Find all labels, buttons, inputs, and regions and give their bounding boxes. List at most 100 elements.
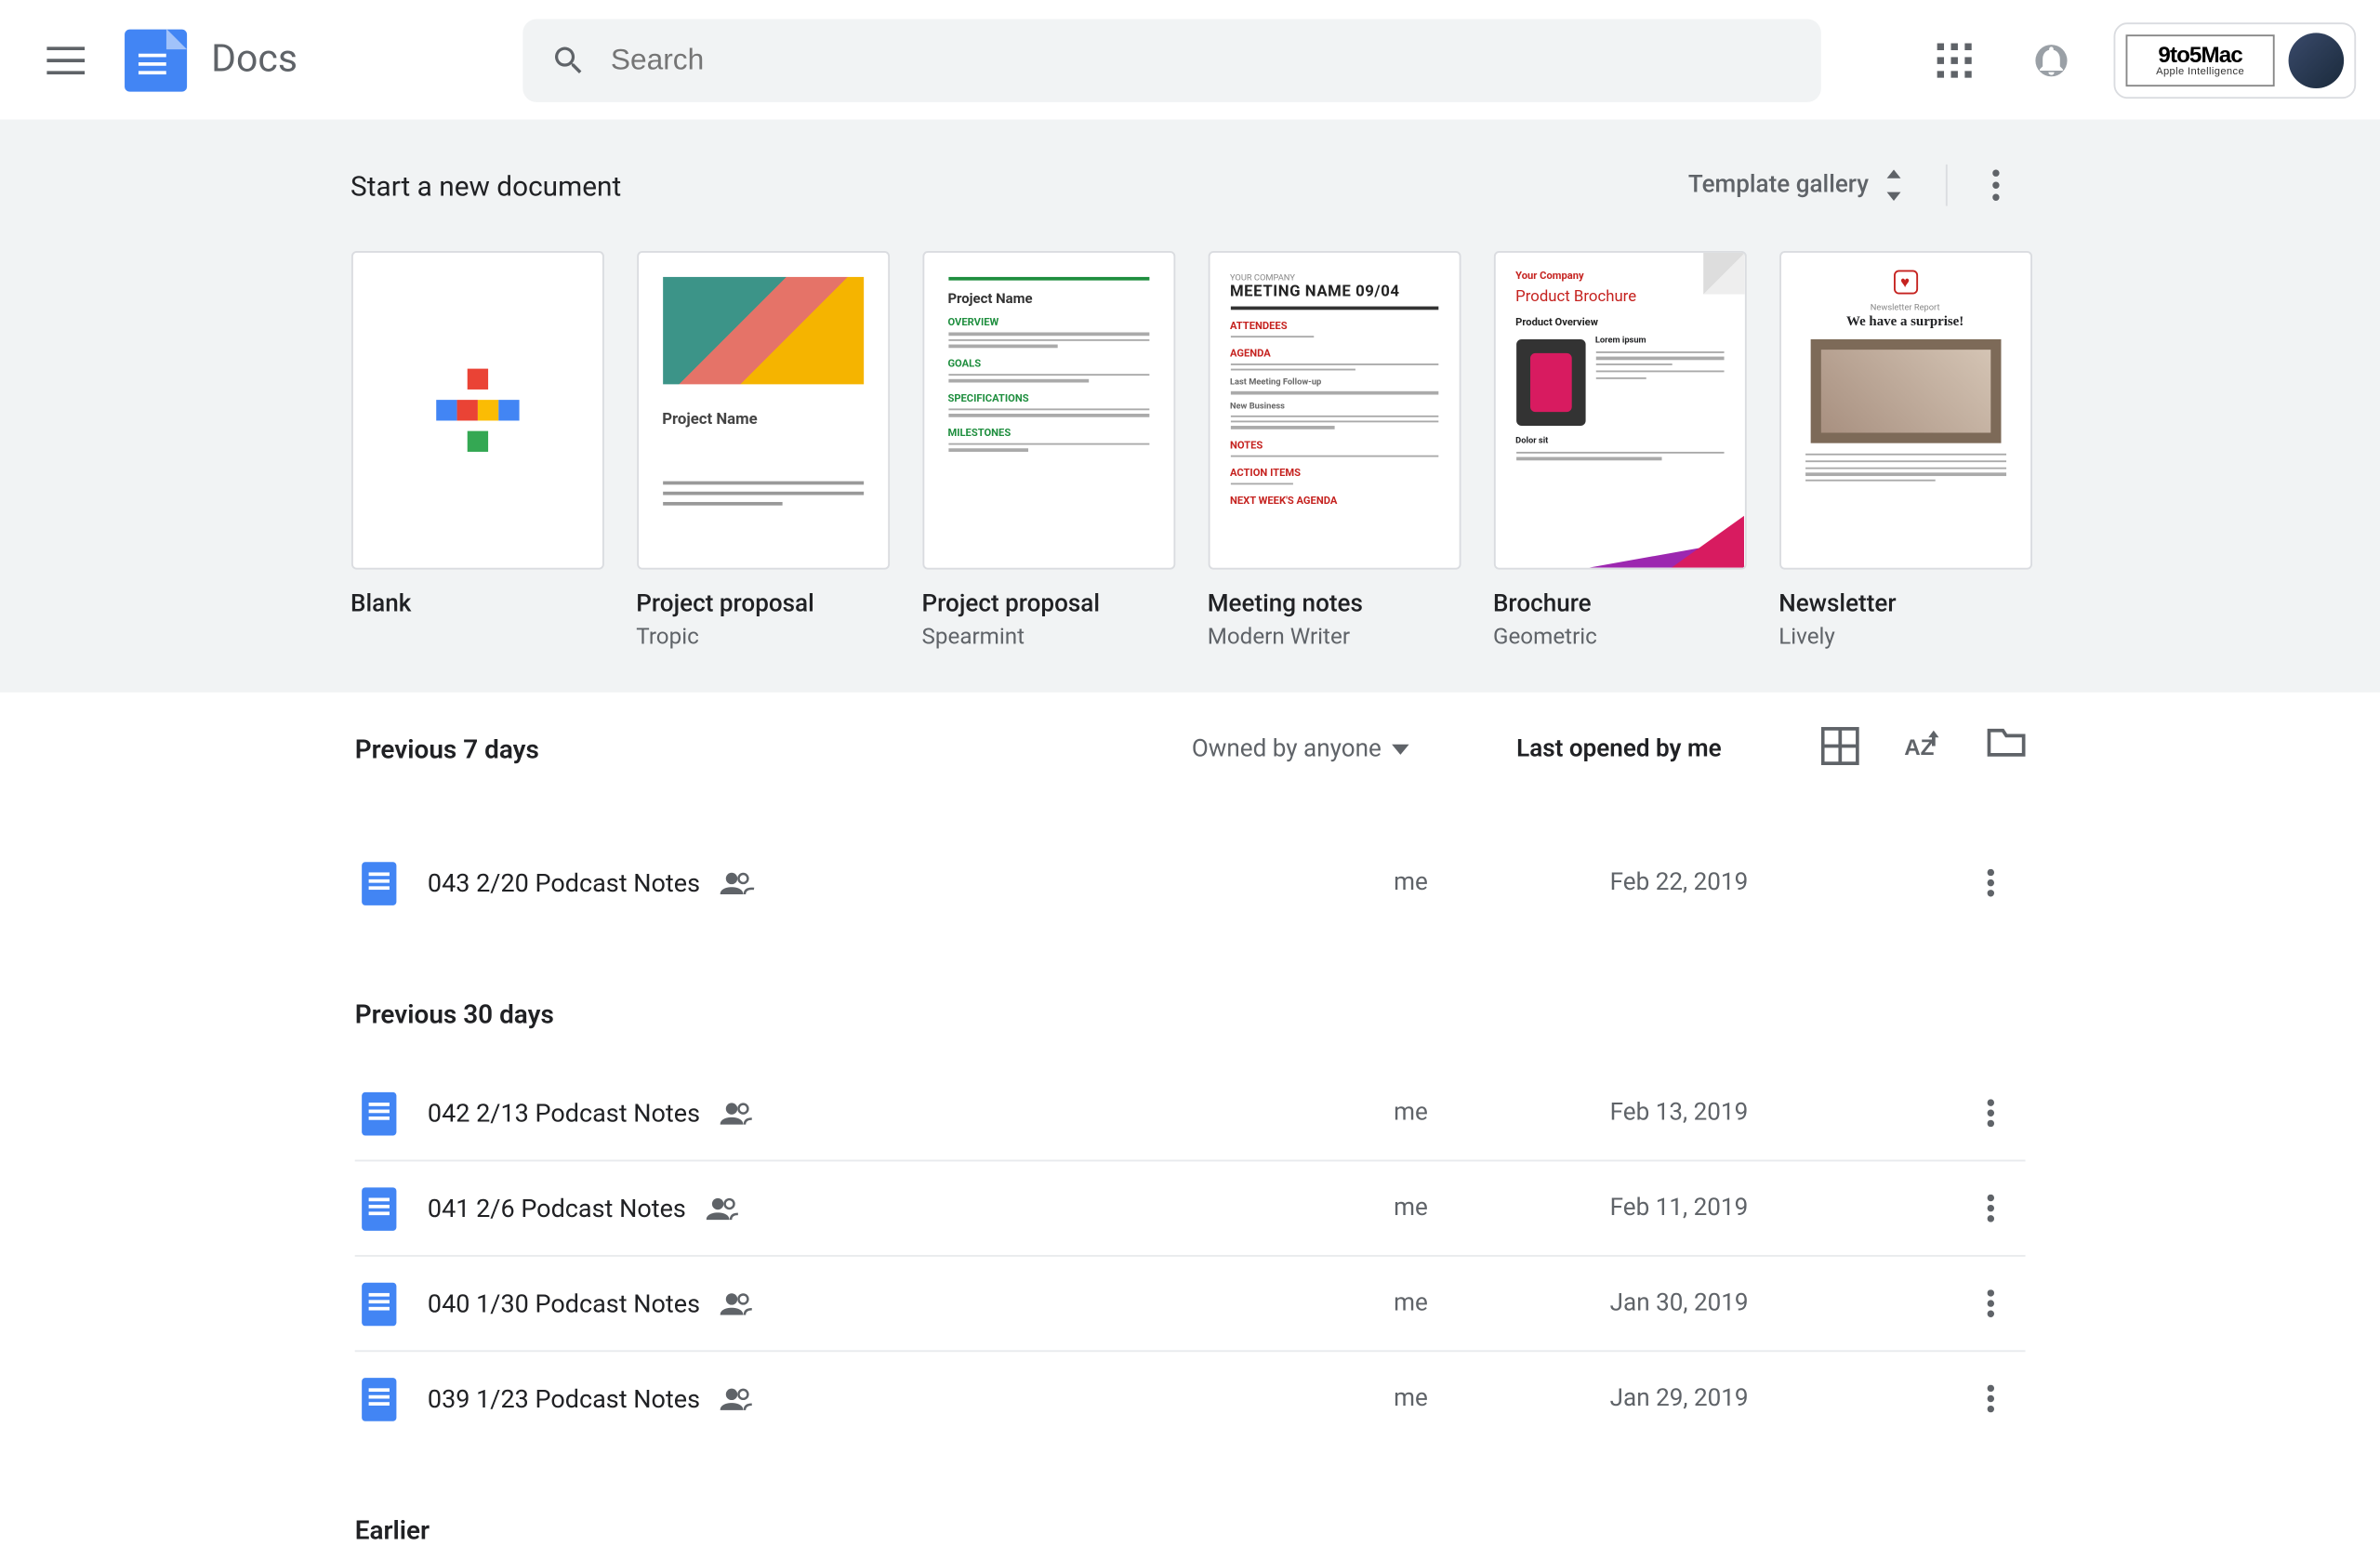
- template-title: Brochure: [1493, 590, 1746, 618]
- search-icon: [550, 41, 587, 79]
- template-row: Blank Project Name Project proposal Trop…: [350, 251, 2030, 651]
- main-menu-button[interactable]: [24, 19, 107, 101]
- doc-date: Feb 22, 2019: [1610, 869, 1956, 897]
- notifications-button[interactable]: [2016, 25, 2085, 94]
- template-thumb: Your Company Product Brochure Product Ov…: [1493, 251, 1746, 570]
- template-subtitle: Tropic: [636, 625, 889, 651]
- more-vert-icon: [1988, 869, 1994, 897]
- more-vert-icon: [1988, 1195, 1994, 1222]
- template-brochure[interactable]: Your Company Product Brochure Product Ov…: [1493, 251, 1746, 651]
- thumb-text: We have a surprise!: [1805, 313, 2005, 329]
- template-subtitle: Spearmint: [922, 625, 1175, 651]
- doc-owner: me: [1368, 1099, 1454, 1127]
- doc-name: 041 2/6 Podcast Notes: [428, 1194, 686, 1223]
- template-thumb: Project Name: [636, 251, 889, 570]
- template-title: Blank: [350, 590, 603, 618]
- apps-grid-icon: [1937, 43, 1972, 77]
- more-vert-icon: [1988, 1289, 1994, 1317]
- document-list: Previous 7 days Owned by anyone Last ope…: [355, 693, 2026, 1546]
- document-row[interactable]: 043 2/20 Podcast Notes me Feb 22, 2019: [355, 834, 2026, 929]
- brand-logo-text: 9to5Mac: [2158, 42, 2241, 68]
- dropdown-icon: [1392, 745, 1409, 755]
- shared-icon: [707, 1196, 741, 1221]
- doc-owner: me: [1368, 869, 1454, 897]
- shared-icon: [721, 1101, 755, 1125]
- doc-date: Feb 11, 2019: [1610, 1195, 1956, 1222]
- doc-more-button[interactable]: [1956, 1385, 2025, 1413]
- doc-more-button[interactable]: [1956, 1099, 2025, 1127]
- template-strip: Start a new document Template gallery Bl: [0, 119, 2380, 692]
- doc-name: 039 1/23 Podcast Notes: [428, 1384, 700, 1414]
- shared-icon: [721, 871, 755, 895]
- document-row[interactable]: 039 1/23 Podcast Notes me Jan 29, 2019: [355, 1350, 2026, 1445]
- doc-name: 040 1/30 Podcast Notes: [428, 1288, 700, 1318]
- owned-by-label: Owned by anyone: [1192, 735, 1382, 763]
- sort-label[interactable]: Last opened by me: [1516, 735, 1759, 763]
- avatar[interactable]: [2289, 32, 2345, 87]
- document-row[interactable]: 042 2/13 Podcast Notes me Feb 13, 2019: [355, 1064, 2026, 1159]
- doc-icon: [362, 1377, 396, 1420]
- template-title: Project proposal: [636, 590, 889, 618]
- account-switcher[interactable]: 9to5Mac Apple Intelligence: [2114, 21, 2357, 98]
- doc-date: Jan 29, 2019: [1610, 1385, 1956, 1413]
- open-picker-button[interactable]: [1988, 727, 2026, 772]
- template-strip-heading: Start a new document: [350, 169, 621, 202]
- view-controls: AZ: [1821, 727, 2026, 772]
- template-tropic[interactable]: Project Name Project proposal Tropic: [636, 251, 889, 651]
- doc-owner: me: [1368, 1195, 1454, 1222]
- search-input[interactable]: [611, 43, 1793, 77]
- apps-grid-button[interactable]: [1920, 25, 1989, 94]
- template-strip-header: Start a new document Template gallery: [350, 151, 2030, 219]
- doc-more-button[interactable]: [1956, 1289, 2025, 1317]
- doc-date: Jan 30, 2019: [1610, 1289, 1956, 1317]
- sort-az-icon: AZ: [1904, 727, 1942, 765]
- template-newsletter[interactable]: ♥ Newsletter Report We have a surprise! …: [1778, 251, 2031, 651]
- shared-icon: [721, 1386, 755, 1410]
- more-vert-icon: [1988, 1385, 1994, 1413]
- doc-owner: me: [1368, 1385, 1454, 1413]
- template-subtitle: Lively: [1778, 625, 2031, 651]
- doc-date: Feb 13, 2019: [1610, 1099, 1956, 1127]
- doc-more-button[interactable]: [1956, 869, 2025, 897]
- doc-icon: [362, 861, 396, 905]
- group-heading: Earlier: [355, 1514, 2026, 1546]
- group-heading: Previous 30 days: [355, 998, 2026, 1030]
- sort-az-button[interactable]: AZ: [1904, 727, 1942, 772]
- document-row[interactable]: 040 1/30 Podcast Notes me Jan 30, 2019: [355, 1255, 2026, 1350]
- grid-view-button[interactable]: [1821, 727, 1859, 772]
- template-thumb: [350, 251, 603, 570]
- search-bar[interactable]: [522, 19, 1821, 101]
- docs-logo-icon[interactable]: [125, 29, 187, 91]
- svg-text:AZ: AZ: [1904, 735, 1934, 760]
- thumb-text: Project Name: [662, 412, 863, 429]
- owned-by-dropdown[interactable]: Owned by anyone: [1170, 729, 1430, 771]
- doc-icon: [362, 1282, 396, 1326]
- doc-name: 042 2/13 Podcast Notes: [428, 1098, 700, 1128]
- template-thumb: ♥ Newsletter Report We have a surprise!: [1778, 251, 2031, 570]
- folder-icon: [1988, 727, 2026, 759]
- template-more-button[interactable]: [1961, 151, 2030, 219]
- template-blank[interactable]: Blank: [350, 251, 603, 651]
- doc-more-button[interactable]: [1956, 1195, 2025, 1222]
- template-gallery-button[interactable]: Template gallery: [1668, 159, 1924, 211]
- more-vert-icon: [1988, 1099, 1994, 1127]
- divider: [1945, 165, 1947, 206]
- list-controls: Previous 7 days Owned by anyone Last ope…: [355, 727, 2026, 772]
- doc-icon: [362, 1091, 396, 1135]
- doc-icon: [362, 1186, 396, 1230]
- template-spearmint[interactable]: Project Name overview goals specificatio…: [922, 251, 1175, 651]
- template-meeting-notes[interactable]: YOUR COMPANY MEETING NAME 09/04 ATTENDEE…: [1208, 251, 1461, 651]
- shared-icon: [721, 1291, 755, 1315]
- thumb-text: MEETING NAME 09/04: [1230, 284, 1437, 301]
- thumb-text: Product Brochure: [1515, 289, 1723, 307]
- brand-logo: 9to5Mac Apple Intelligence: [2126, 33, 2275, 86]
- thumb-text: Project Name: [947, 291, 1148, 307]
- document-row[interactable]: 041 2/6 Podcast Notes me Feb 11, 2019: [355, 1160, 2026, 1255]
- unfold-icon: [1883, 169, 1903, 201]
- header-right: 9to5Mac Apple Intelligence: [1920, 21, 2356, 98]
- template-title: Newsletter: [1778, 590, 2031, 618]
- template-gallery-label: Template gallery: [1688, 171, 1869, 199]
- template-title: Project proposal: [922, 590, 1175, 618]
- hamburger-icon: [46, 46, 85, 73]
- template-subtitle: Geometric: [1493, 625, 1746, 651]
